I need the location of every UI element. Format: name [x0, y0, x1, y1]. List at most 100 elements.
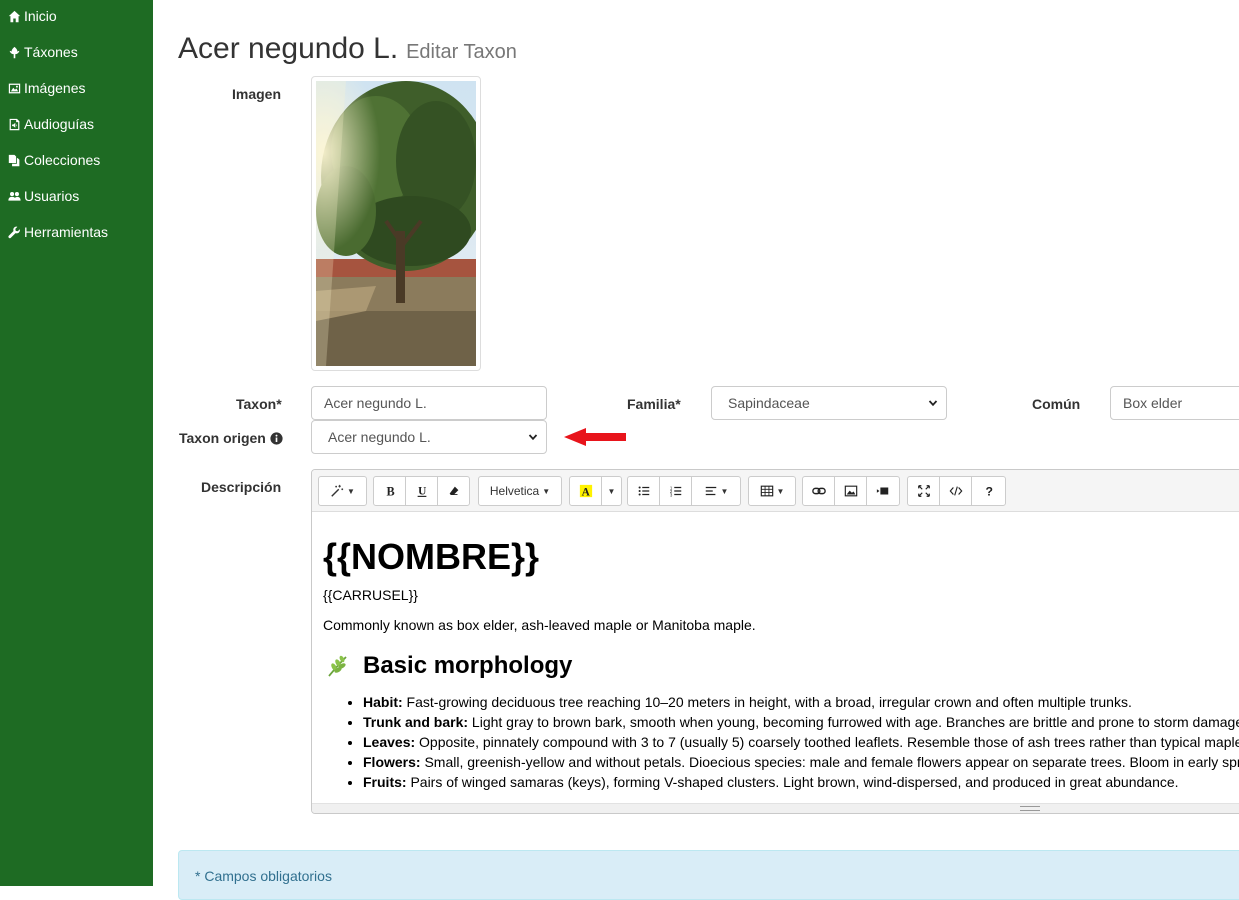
link-button[interactable]: [802, 476, 835, 506]
list-item: Trunk and bark: Light gray to brown bark…: [363, 712, 1239, 732]
code-view-button[interactable]: [939, 476, 972, 506]
svg-text:3: 3: [669, 492, 672, 497]
insert-image-button[interactable]: [834, 476, 867, 506]
taxon-origen-label: Taxon origen: [179, 430, 266, 446]
taxon-origen-select[interactable]: Acer negundo L.: [311, 420, 547, 454]
svg-text:U: U: [418, 486, 426, 498]
sidebar-item-audioguias[interactable]: Audioguías: [8, 114, 94, 134]
clear-format-button[interactable]: [437, 476, 470, 506]
sidebar-item-inicio[interactable]: Inicio: [8, 6, 57, 26]
taxon-title: Acer negundo L.: [178, 32, 399, 65]
align-left-icon: [705, 486, 716, 496]
font-name-dropdown[interactable]: Helvetica ▼: [478, 476, 562, 506]
leaf-icon: [9, 46, 20, 58]
section-title: Basic morphology: [363, 652, 573, 679]
bullet-list-icon: [638, 486, 649, 496]
help-button[interactable]: ?: [971, 476, 1006, 506]
image-label: Imagen: [232, 86, 282, 102]
red-arrow-annotation: [564, 428, 626, 446]
morphology-list: Habit: Fast-growing deciduous tree reach…: [345, 692, 1239, 792]
sidebar-item-label: Colecciones: [24, 152, 101, 168]
unordered-list-button[interactable]: [627, 476, 660, 506]
bold-button[interactable]: B: [373, 476, 406, 506]
rich-text-editor[interactable]: ▼ B U Helvetica ▼ A ▼ 123 ▼ ▼ ? {{NOMBRE…: [311, 469, 1239, 814]
svg-text:?: ?: [985, 484, 992, 498]
tree-photo: [316, 81, 476, 366]
sidebar-item-colecciones[interactable]: Colecciones: [8, 150, 100, 170]
common-names-paragraph: Commonly known as box elder, ash-leaved …: [323, 617, 756, 633]
bold-icon: B: [386, 484, 394, 498]
fullscreen-button[interactable]: [907, 476, 940, 506]
taxon-label: Taxon*: [236, 396, 282, 412]
video-icon: [876, 487, 889, 495]
taxon-origen-value: Acer negundo L.: [328, 429, 431, 445]
editor-toolbar: ▼ B U Helvetica ▼ A ▼ 123 ▼ ▼ ?: [312, 470, 1239, 512]
page-subtitle: Editar Taxon: [406, 41, 517, 63]
code-icon: [949, 486, 962, 496]
taxon-input-value: Acer negundo L.: [324, 395, 427, 411]
sidebar-item-imagenes[interactable]: Imágenes: [8, 78, 85, 98]
wrench-icon: [8, 226, 20, 238]
section-heading: Basic morphology: [326, 652, 572, 680]
font-color-dropdown[interactable]: ▼: [601, 476, 622, 506]
page-title: Acer negundo L. Editar Taxon: [178, 32, 517, 66]
image-icon: [8, 83, 21, 93]
magic-wand-icon: [331, 484, 344, 497]
list-item: Flowers: Small, greenish-yellow and with…: [363, 752, 1239, 772]
resize-grip-icon: [1020, 806, 1040, 811]
herb-icon: [328, 655, 347, 677]
chevron-down-icon: [528, 434, 538, 441]
sidebar-item-label: Inicio: [24, 8, 57, 24]
list-item: Habit: Fast-growing deciduous tree reach…: [363, 692, 1239, 712]
comun-label: Común: [1032, 396, 1081, 412]
comun-input[interactable]: Box elder: [1110, 386, 1239, 420]
familia-select-value: Sapindaceae: [728, 395, 810, 411]
numbered-list-icon: 123: [669, 485, 681, 497]
familia-select[interactable]: Sapindaceae: [711, 386, 947, 420]
taxon-origen-label-group: Taxon origen: [179, 430, 283, 446]
taxon-input[interactable]: Acer negundo L.: [311, 386, 547, 420]
users-icon: [8, 191, 21, 201]
table-icon: [760, 485, 773, 497]
descripcion-label: Descripción: [201, 479, 282, 495]
table-button[interactable]: ▼: [748, 476, 796, 506]
home-icon: [8, 10, 21, 22]
sidebar-item-label: Imágenes: [24, 80, 86, 96]
caret-down-icon: ▼: [607, 486, 616, 496]
list-item: Fruits: Pairs of winged samaras (keys), …: [363, 772, 1239, 792]
eraser-icon: [449, 486, 458, 495]
sidebar-item-label: Audioguías: [24, 116, 95, 132]
sidebar-item-label: Táxones: [24, 44, 78, 60]
sidebar-item-usuarios[interactable]: Usuarios: [8, 186, 79, 206]
taxon-image-thumbnail[interactable]: [311, 76, 481, 371]
ordered-list-button[interactable]: 123: [659, 476, 692, 506]
familia-label: Familia*: [627, 396, 681, 412]
help-icon: ?: [985, 484, 992, 498]
font-name-label: Helvetica: [489, 484, 540, 498]
audio-icon: [9, 118, 20, 130]
carrusel-placeholder: {{CARRUSEL}}: [323, 587, 418, 603]
sidebar-item-herramientas[interactable]: Herramientas: [8, 222, 108, 242]
editor-resize-bar[interactable]: [312, 803, 1239, 813]
font-color-button[interactable]: A: [569, 476, 602, 506]
style-button[interactable]: ▼: [318, 476, 367, 506]
comun-input-value: Box elder: [1123, 395, 1183, 411]
info-icon[interactable]: [270, 431, 283, 445]
svg-text:A: A: [581, 486, 590, 498]
chevron-down-icon: [928, 400, 938, 407]
picture-icon: [844, 485, 857, 497]
svg-text:B: B: [386, 484, 394, 498]
content-heading: {{NOMBRE}}: [323, 536, 540, 577]
sidebar-item-taxones[interactable]: Táxones: [8, 42, 78, 62]
text-color-icon: A: [579, 484, 592, 498]
insert-video-button[interactable]: [866, 476, 900, 506]
list-item: Leaves: Opposite, pinnately compound wit…: [363, 732, 1239, 752]
sidebar-item-label: Usuarios: [24, 188, 80, 204]
required-fields-note: * Campos obligatorios: [195, 868, 332, 884]
link-icon: [811, 487, 826, 495]
expand-icon: [917, 485, 930, 497]
paragraph-align-button[interactable]: ▼: [691, 476, 741, 506]
sidebar: Inicio Táxones Imágenes Audioguías Colec…: [0, 0, 153, 886]
underline-button[interactable]: U: [405, 476, 438, 506]
sidebar-item-label: Herramientas: [24, 224, 109, 240]
